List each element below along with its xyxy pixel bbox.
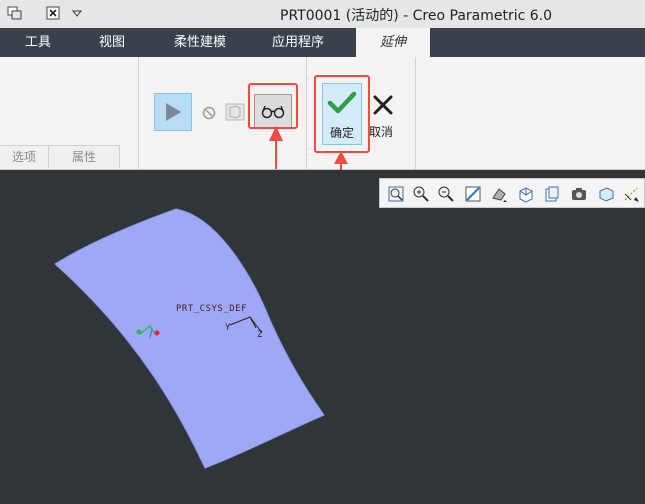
- ribbon-tab-bar: 工具 视图 柔性建模 应用程序 延伸: [0, 28, 645, 57]
- highlight-box: [248, 83, 298, 129]
- highlight-box: [314, 75, 370, 153]
- options-panel-tab[interactable]: 选项: [0, 145, 50, 168]
- tab-tools[interactable]: 工具: [10, 28, 66, 57]
- tab-flexible-modeling[interactable]: 柔性建模: [160, 28, 240, 57]
- verify-geometry-button[interactable]: [223, 100, 247, 124]
- window-title: PRT0001 (活动的) - Creo Parametric 6.0: [280, 8, 553, 24]
- close-window-icon[interactable]: [44, 4, 62, 22]
- axis-y-label: Y: [225, 323, 231, 333]
- axis-z-label: Z: [257, 330, 263, 340]
- tab-applications[interactable]: 应用程序: [258, 28, 338, 57]
- quick-access-dropdown-icon[interactable]: [68, 4, 86, 22]
- cancel-button[interactable]: 取消: [368, 83, 398, 145]
- window-icon[interactable]: [6, 4, 24, 22]
- tab-view[interactable]: 视图: [84, 28, 140, 57]
- csys-label: PRT_CSYS_DEF: [176, 304, 248, 314]
- tab-extend[interactable]: 延伸: [356, 28, 430, 57]
- resume-button[interactable]: [154, 93, 192, 131]
- cancel-label: 取消: [369, 125, 394, 139]
- ribbon-separator: [138, 57, 139, 169]
- extended-surface[interactable]: [0, 170, 645, 504]
- pause-button[interactable]: [202, 105, 216, 120]
- properties-panel-tab[interactable]: 属性: [48, 145, 120, 168]
- play-icon: [166, 103, 181, 121]
- ribbon-separator: [306, 57, 307, 169]
- verify-icon: [225, 103, 245, 121]
- no-entry-icon: [202, 106, 216, 120]
- ribbon-panel: 选项 属性 确定 取消: [0, 57, 645, 170]
- close-icon: [373, 95, 393, 115]
- title-bar: PRT0001 (活动的) - Creo Parametric 6.0: [0, 0, 645, 29]
- ribbon-separator: [415, 57, 416, 169]
